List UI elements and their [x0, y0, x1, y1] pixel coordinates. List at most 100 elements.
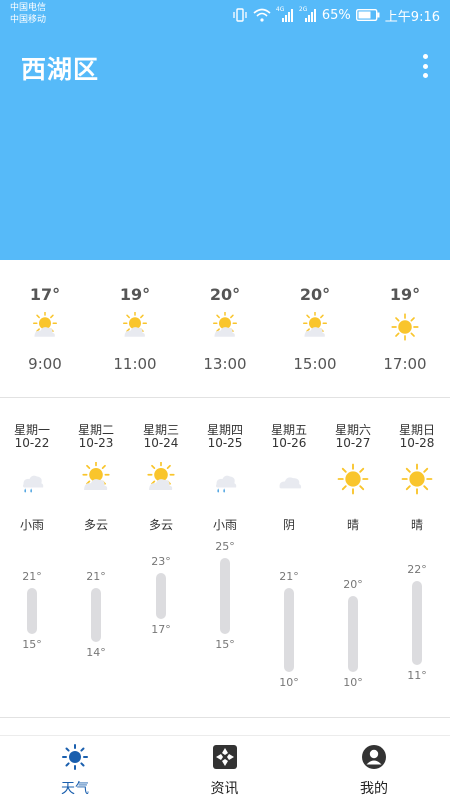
- temp-range-bar: [220, 557, 230, 635]
- hourly-time: 13:00: [203, 355, 247, 373]
- condition: 小雨: [212, 518, 237, 532]
- signal-1-icon: 4G: [275, 6, 294, 22]
- hourly-time: 17:00: [383, 355, 427, 373]
- partly-cloudy-icon: [210, 311, 240, 342]
- high-temp: 21°: [86, 570, 106, 584]
- daily-item: 星期日 10-28 晴 22° 11°: [385, 400, 449, 718]
- temp-range-bar: [91, 588, 101, 642]
- condition: 晴: [346, 518, 359, 532]
- hourly-time: 11:00: [113, 355, 157, 373]
- hourly-time: 9:00: [28, 355, 62, 373]
- carrier-1: 中国电信: [10, 3, 47, 13]
- sun-icon: [336, 462, 370, 496]
- low-temp: 10°: [279, 676, 299, 690]
- hourly-item: 19° 17:00: [360, 260, 450, 397]
- hourly-temp: 19°: [119, 285, 151, 304]
- light-rain-icon: [15, 462, 49, 496]
- temp-range-bar: [348, 595, 358, 673]
- hourly-item: 20° 15:00: [270, 260, 360, 397]
- menu-dot: [422, 73, 428, 78]
- daily-item: 星期四 10-25 小雨 25° 15°: [193, 400, 257, 718]
- condition: 多云: [148, 518, 173, 532]
- hourly-item: 20° 13:00: [180, 260, 270, 397]
- high-temp: 25°: [215, 539, 235, 553]
- battery-percent: 65%: [321, 7, 351, 23]
- daily-item: 星期五 10-26 阴 21° 10°: [257, 400, 321, 718]
- low-temp: 15°: [22, 638, 42, 652]
- signal-2-icon: 2G: [298, 6, 317, 22]
- hourly-temp: 20°: [209, 285, 241, 304]
- date: 10-28: [399, 436, 435, 450]
- condition: 晴: [410, 518, 423, 532]
- news-icon: [212, 744, 238, 770]
- sun-icon: [400, 462, 434, 496]
- menu-dot: [422, 54, 428, 59]
- wifi-icon: [253, 8, 271, 22]
- vibrate-icon: [232, 8, 248, 22]
- divider: [0, 717, 450, 718]
- date: 10-22: [14, 436, 50, 450]
- hourly-item: 17° 9:00: [0, 260, 90, 397]
- bottom-nav: 天气 资讯 我的: [0, 735, 450, 800]
- temp-range-bar: [27, 588, 37, 635]
- condition: 小雨: [19, 518, 44, 532]
- high-temp: 21°: [279, 570, 299, 584]
- status-indicators: 4G 2G 65% 上午9:16: [232, 6, 440, 25]
- high-temp: 22°: [407, 562, 427, 576]
- profile-icon: [361, 744, 387, 770]
- low-temp: 17°: [151, 622, 171, 636]
- hourly-forecast: 17° 9:00 19° 11:00 20° 13:00 20° 15:00 1…: [0, 260, 450, 398]
- battery-icon: [355, 9, 380, 21]
- date: 10-26: [271, 436, 307, 450]
- status-bar: 中国电信 中国移动 4G 2G 65% 上午9:16: [0, 0, 450, 32]
- daily-item: 星期三 10-24 多云 23° 17°: [129, 400, 193, 718]
- clock: 上午9:16: [384, 9, 440, 25]
- carrier-2: 中国移动: [10, 15, 47, 25]
- city-title[interactable]: 西湖区: [21, 50, 99, 86]
- temp-range-bar: [284, 588, 294, 673]
- hourly-temp: 19°: [389, 285, 421, 304]
- date: 10-23: [78, 436, 114, 450]
- hourly-temp: 17°: [29, 285, 61, 304]
- condition: 多云: [83, 518, 108, 532]
- hourly-temp: 20°: [299, 285, 331, 304]
- header: 中国电信 中国移动 4G 2G 65% 上午9:16 西湖区: [0, 0, 450, 260]
- signal-2-label: 2G: [298, 6, 308, 13]
- nav-label: 资讯: [210, 781, 239, 797]
- partly-cloudy-icon: [120, 311, 150, 342]
- temp-range-bar: [156, 572, 166, 619]
- condition: 阴: [282, 518, 295, 532]
- date: 10-24: [143, 436, 179, 450]
- low-temp: 14°: [86, 645, 106, 659]
- high-temp: 20°: [343, 577, 363, 591]
- partly-cloudy-icon: [300, 311, 330, 342]
- low-temp: 11°: [407, 668, 427, 682]
- sun-icon: [390, 312, 420, 342]
- nav-label: 天气: [61, 781, 89, 797]
- partly-cloudy-icon: [144, 461, 178, 496]
- low-temp: 15°: [215, 638, 235, 652]
- temp-range-bar: [412, 580, 422, 665]
- hourly-time: 15:00: [293, 355, 337, 373]
- overcast-icon: [272, 462, 306, 496]
- light-rain-icon: [208, 462, 242, 496]
- partly-cloudy-icon: [30, 311, 60, 342]
- daily-item: 星期二 10-23 多云 21° 14°: [64, 400, 128, 718]
- nav-label: 我的: [360, 781, 388, 797]
- menu-dot: [422, 63, 428, 69]
- high-temp: 21°: [22, 570, 42, 584]
- signal-1-label: 4G: [275, 6, 285, 13]
- partly-cloudy-icon: [79, 461, 113, 496]
- high-temp: 23°: [151, 554, 171, 568]
- more-vertical-icon[interactable]: [421, 54, 429, 78]
- nav-weather[interactable]: 天气: [40, 736, 110, 800]
- nav-news[interactable]: 资讯: [190, 736, 260, 800]
- daily-item: 星期六 10-27 晴 20° 10°: [321, 400, 385, 718]
- daily-item: 星期一 10-22 小雨 21° 15°: [0, 400, 64, 718]
- low-temp: 10°: [343, 676, 363, 690]
- weather-sun-icon: [62, 744, 88, 770]
- hourly-item: 19° 11:00: [90, 260, 180, 397]
- date: 10-27: [335, 436, 371, 450]
- date: 10-25: [207, 436, 243, 450]
- nav-profile[interactable]: 我的: [339, 736, 409, 800]
